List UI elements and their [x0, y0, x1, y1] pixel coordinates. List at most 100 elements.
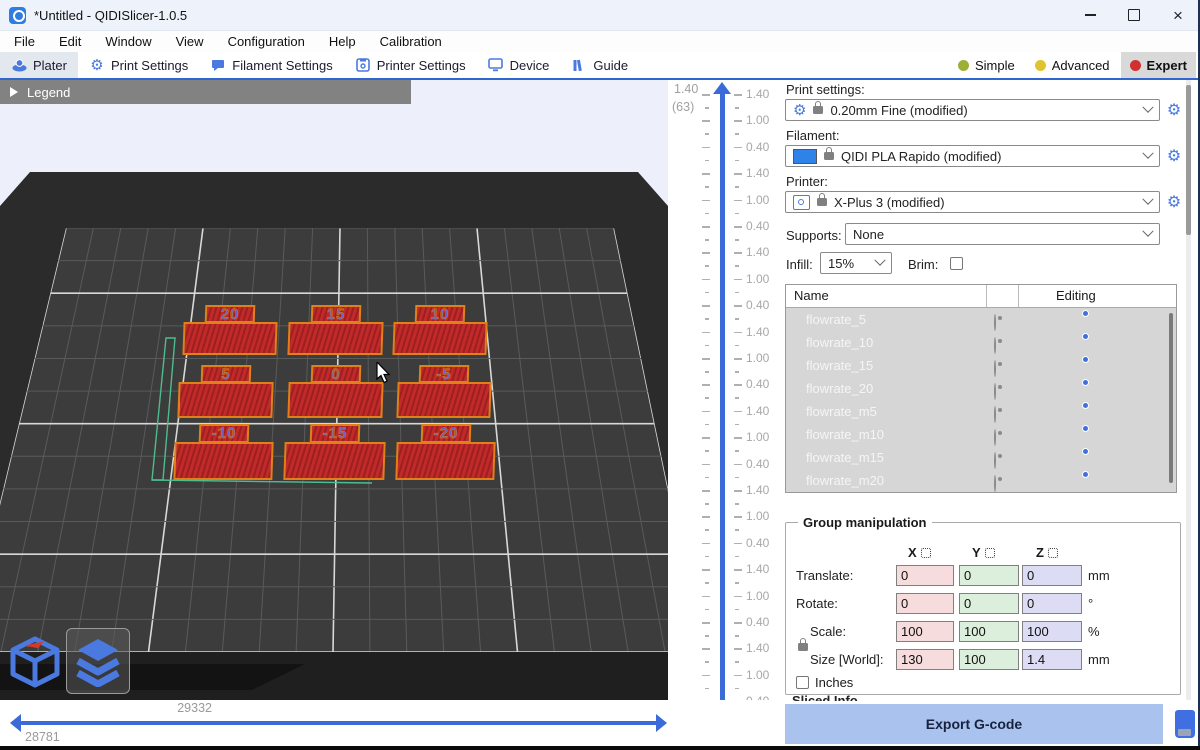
menu-view[interactable]: View — [164, 34, 216, 49]
editor-view-button[interactable] — [4, 630, 66, 694]
3d-viewport[interactable]: Legend 20151050-5-10-15-20 — [0, 80, 668, 700]
gear-icon: ⚙ — [89, 57, 105, 73]
gm-input-z[interactable]: 100 — [1022, 621, 1082, 642]
mode-advanced[interactable]: Advanced — [1026, 52, 1119, 78]
print-settings-dropdown[interactable]: ⚙ 0.20mm Fine (modified) — [785, 99, 1160, 121]
flowrate-tile[interactable] — [396, 382, 491, 418]
menu-calibration[interactable]: Calibration — [368, 34, 454, 49]
filament-icon — [210, 57, 226, 73]
printer-icon — [355, 57, 371, 73]
flowrate-tile[interactable] — [395, 442, 495, 480]
object-list-scrollbar[interactable] — [1169, 313, 1173, 483]
printer-icon — [793, 195, 810, 210]
slider-tick — [702, 305, 710, 307]
window-title: *Untitled - QIDISlicer-1.0.5 — [34, 8, 187, 23]
object-row-flowrate_m5[interactable]: flowrate_m5 — [786, 400, 1176, 423]
menu-configuration[interactable]: Configuration — [216, 34, 317, 49]
export-gcode-button[interactable]: Export G-code — [785, 704, 1163, 744]
inches-checkbox[interactable] — [796, 676, 809, 689]
gm-input-y[interactable]: 100 — [959, 649, 1019, 670]
gm-unit-label: ° — [1088, 596, 1093, 611]
object-row-flowrate_5[interactable]: flowrate_5 — [786, 308, 1176, 331]
slider-minor-tick — [735, 160, 739, 162]
preview-view-button[interactable] — [66, 628, 130, 694]
range-right-handle[interactable] — [656, 714, 667, 732]
layer-slider-upper-thumb[interactable] — [713, 82, 731, 94]
visibility-eye-icon[interactable] — [994, 384, 996, 399]
visibility-eye-icon[interactable] — [994, 430, 996, 445]
printer-dropdown[interactable]: X-Plus 3 (modified) — [785, 191, 1160, 213]
visibility-eye-icon[interactable] — [994, 338, 996, 353]
flowrate-tile[interactable] — [177, 382, 273, 418]
flowrate-tile[interactable] — [182, 322, 277, 355]
filament-dropdown[interactable]: QIDI PLA Rapido (modified) — [785, 145, 1160, 167]
slider-tick — [734, 543, 742, 545]
flowrate-tile[interactable] — [283, 442, 385, 480]
visibility-eye-icon[interactable] — [994, 361, 996, 376]
world-coordinates-icon[interactable] — [985, 548, 995, 558]
object-row-flowrate_20[interactable]: flowrate_20 — [786, 377, 1176, 400]
advanced-dot-icon — [1035, 60, 1046, 71]
supports-dropdown[interactable]: None — [845, 223, 1160, 245]
tab-filament-settings[interactable]: Filament Settings — [199, 52, 343, 78]
slider-minor-tick — [705, 529, 709, 531]
mode-simple[interactable]: Simple — [949, 52, 1024, 78]
gm-input-x[interactable]: 0 — [896, 593, 954, 614]
world-coordinates-icon[interactable] — [921, 548, 931, 558]
close-button[interactable]: × — [1156, 0, 1200, 30]
range-slider-track[interactable] — [20, 721, 658, 725]
chevron-down-icon — [1142, 148, 1153, 159]
gm-input-y[interactable]: 100 — [959, 621, 1019, 642]
printer-gear-button[interactable]: ⚙ — [1165, 193, 1183, 211]
legend-label: Legend — [27, 85, 70, 100]
legend-toggle[interactable]: Legend — [0, 80, 411, 104]
tab-plater[interactable]: Plater — [0, 52, 78, 78]
gm-input-x[interactable]: 0 — [896, 565, 954, 586]
menu-file[interactable]: File — [2, 34, 47, 49]
infill-dropdown[interactable]: 15% — [820, 252, 892, 274]
menu-window[interactable]: Window — [93, 34, 163, 49]
menu-edit[interactable]: Edit — [47, 34, 93, 49]
panel-scrollbar-thumb[interactable] — [1186, 85, 1191, 235]
object-row-flowrate_m20[interactable]: flowrate_m20 — [786, 469, 1176, 492]
filament-gear-button[interactable]: ⚙ — [1165, 147, 1183, 165]
layer-slider-track[interactable] — [720, 92, 725, 712]
flowrate-tile[interactable] — [173, 442, 273, 480]
gm-input-z[interactable]: 1.4 — [1022, 649, 1082, 670]
gm-input-x[interactable]: 130 — [896, 649, 954, 670]
gm-row-label: Translate: — [796, 568, 853, 583]
gm-input-y[interactable]: 0 — [959, 565, 1019, 586]
brim-checkbox[interactable] — [950, 257, 963, 270]
object-row-flowrate_15[interactable]: flowrate_15 — [786, 354, 1176, 377]
visibility-eye-icon[interactable] — [994, 453, 996, 468]
sliced-info-label: Sliced Info — [792, 693, 858, 701]
scale-lock-icon[interactable] — [798, 643, 808, 651]
object-row-flowrate_10[interactable]: flowrate_10 — [786, 331, 1176, 354]
world-coordinates-icon[interactable] — [1048, 548, 1058, 558]
tab-device[interactable]: Device — [477, 52, 561, 78]
visibility-eye-icon[interactable] — [994, 315, 996, 330]
flowrate-tile[interactable] — [392, 322, 487, 355]
gm-input-z[interactable]: 0 — [1022, 565, 1082, 586]
flowrate-tile[interactable] — [287, 382, 383, 418]
tab-printer-settings[interactable]: Printer Settings — [344, 52, 477, 78]
maximize-button[interactable] — [1112, 0, 1156, 30]
menu-help[interactable]: Help — [317, 34, 368, 49]
slider-tick — [702, 147, 710, 149]
export-to-sd-button[interactable] — [1172, 706, 1198, 742]
object-row-flowrate_m10[interactable]: flowrate_m10 — [786, 423, 1176, 446]
tab-print-settings[interactable]: ⚙ Print Settings — [78, 52, 199, 78]
gm-input-x[interactable]: 100 — [896, 621, 954, 642]
mode-expert[interactable]: Expert — [1121, 52, 1196, 78]
slider-tick — [702, 252, 710, 254]
print-settings-gear-button[interactable]: ⚙ — [1165, 101, 1183, 119]
minimize-button[interactable] — [1068, 0, 1112, 30]
object-row-flowrate_m15[interactable]: flowrate_m15 — [786, 446, 1176, 469]
gm-input-y[interactable]: 0 — [959, 593, 1019, 614]
visibility-eye-icon[interactable] — [994, 407, 996, 422]
gm-input-z[interactable]: 0 — [1022, 593, 1082, 614]
visibility-eye-icon[interactable] — [994, 476, 996, 491]
flowrate-tile[interactable] — [287, 322, 383, 355]
tab-label: Plater — [33, 58, 67, 73]
tab-guide[interactable]: Guide — [560, 52, 639, 78]
